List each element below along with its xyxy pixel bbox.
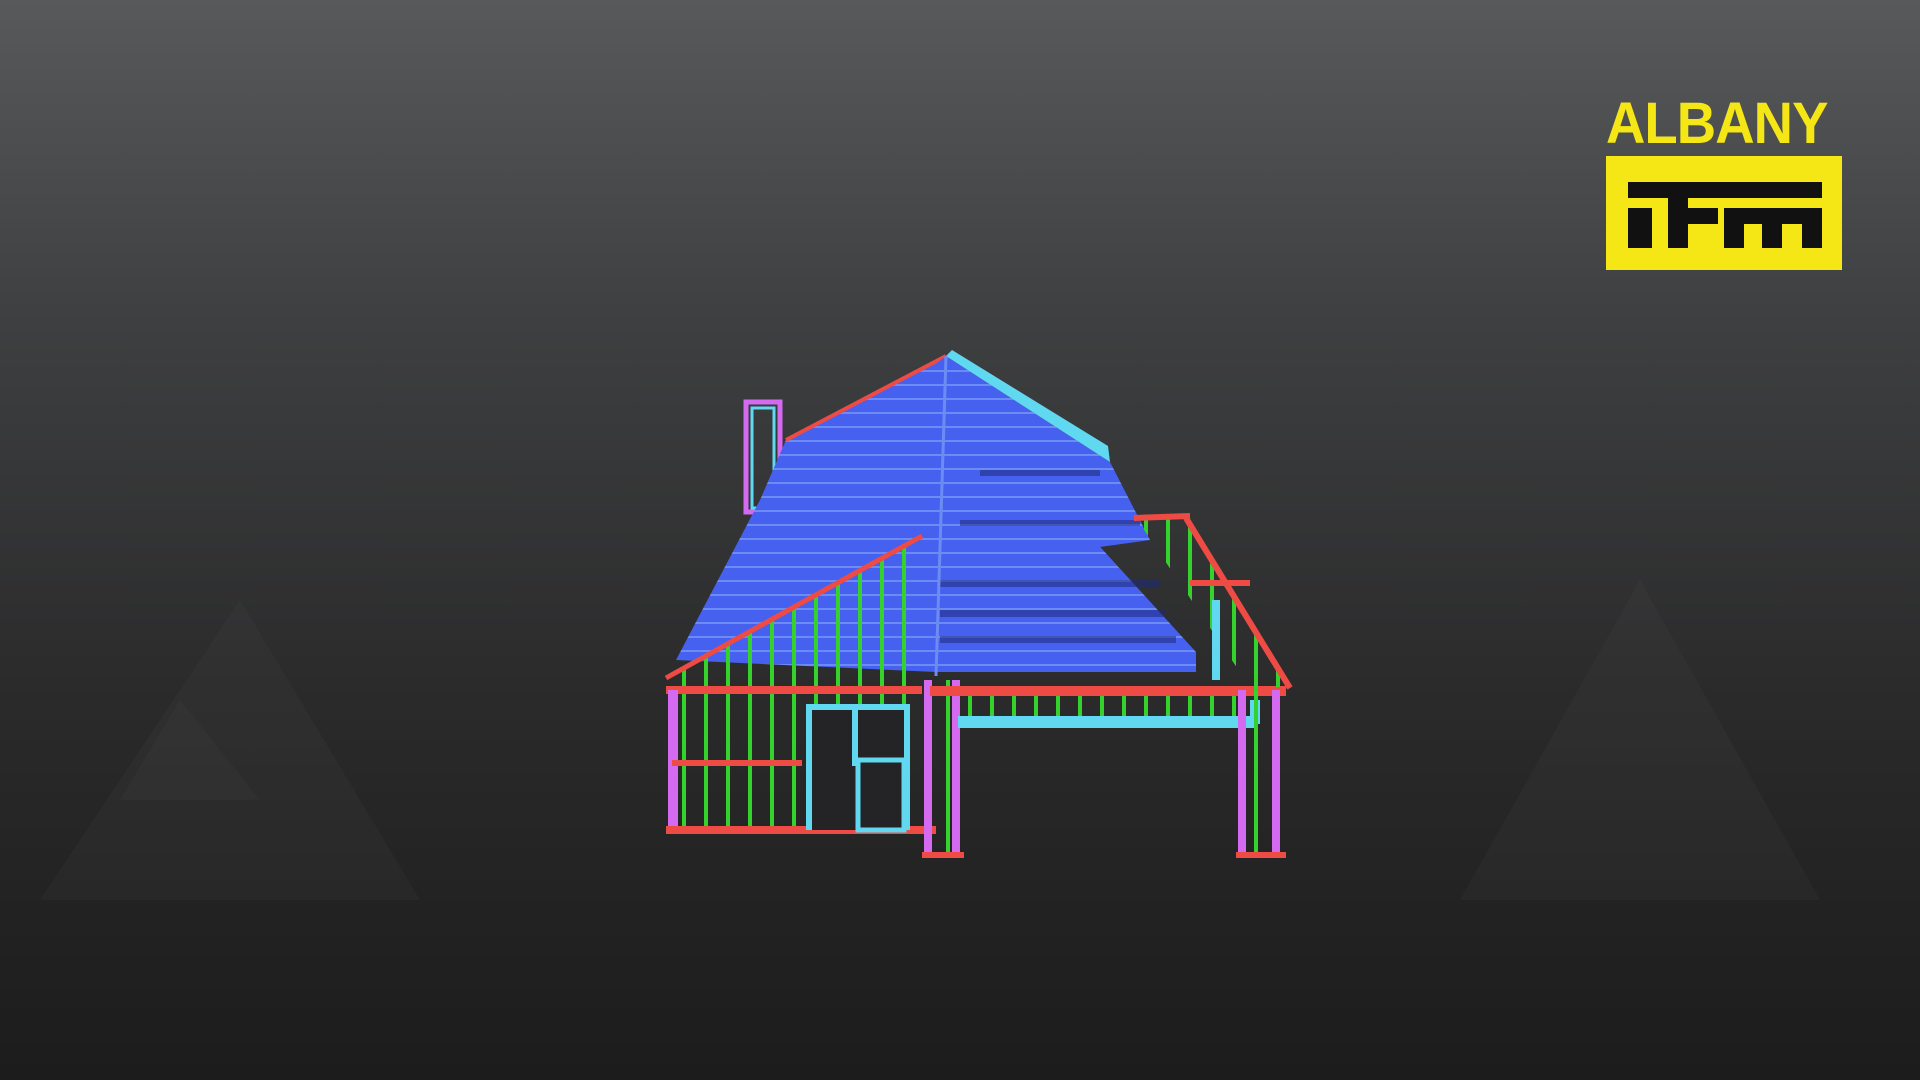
wall-left (666, 690, 936, 834)
logo-wordmark: ALBANY (1606, 91, 1828, 156)
brand-logo: ALBANY (1606, 91, 1842, 270)
corner-post (922, 680, 964, 858)
3d-viewport[interactable]: ALBANY (0, 0, 1920, 1080)
logo-mark-box (1606, 156, 1842, 270)
itm-mark-icon (1628, 182, 1822, 248)
front-beam (930, 686, 1286, 728)
